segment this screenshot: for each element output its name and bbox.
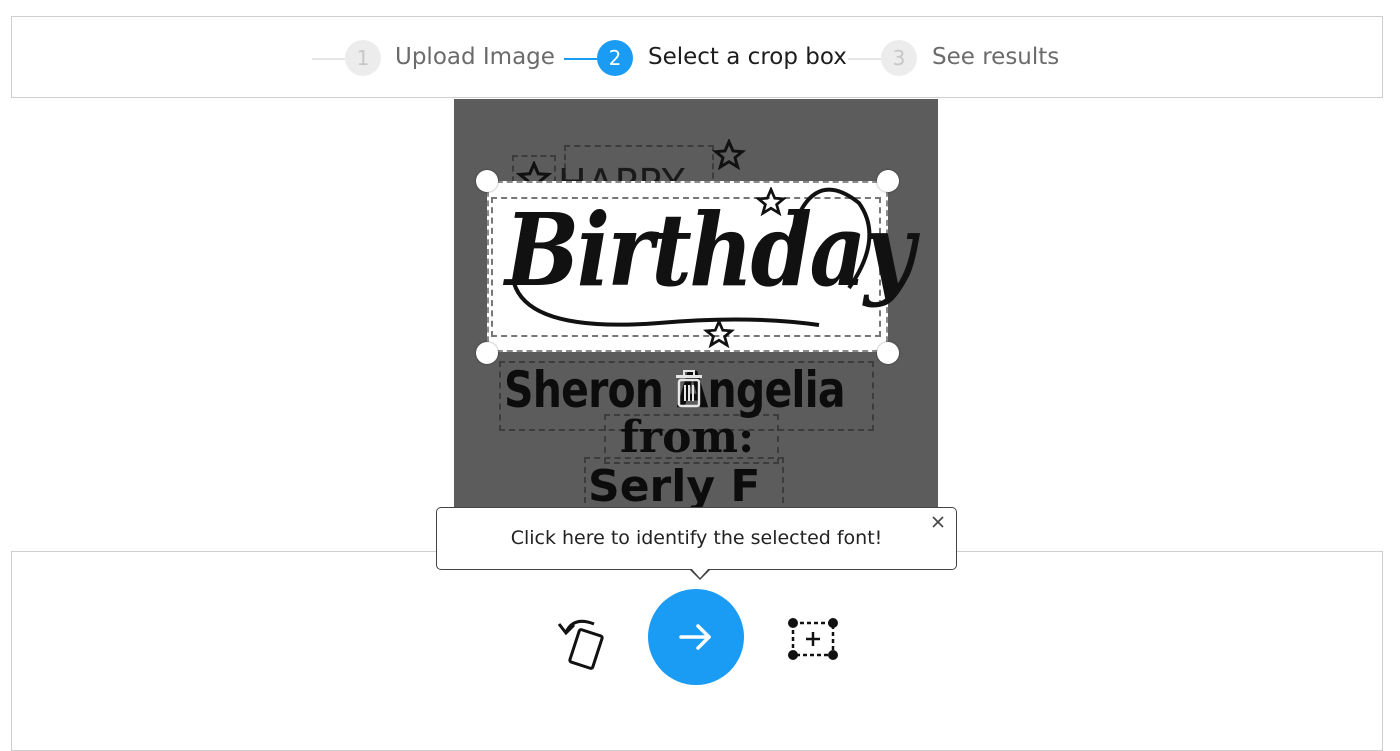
step-1-number[interactable]: 1 bbox=[345, 40, 381, 76]
image-canvas[interactable]: HAPPY Sheron Angelia from: Serly F Birth… bbox=[454, 99, 938, 551]
star-icon bbox=[755, 187, 787, 217]
step-2-label[interactable]: Select a crop box bbox=[648, 42, 847, 72]
crop-handle-top-left[interactable] bbox=[476, 170, 498, 192]
crop-box[interactable]: Birthday bbox=[487, 181, 915, 352]
step-3-label[interactable]: See results bbox=[932, 42, 1059, 72]
progress-stepper: 1 Upload Image 2 Select a crop box 3 See… bbox=[11, 16, 1383, 98]
close-icon[interactable] bbox=[930, 514, 946, 530]
tooltip-pointer-fill bbox=[691, 568, 709, 578]
add-crop-box-icon[interactable] bbox=[786, 617, 840, 661]
tooltip-text: Click here to identify the selected font… bbox=[510, 527, 883, 549]
rotate-icon[interactable] bbox=[554, 612, 610, 672]
arrow-right-icon bbox=[679, 624, 711, 650]
star-icon bbox=[712, 139, 746, 171]
sender-text: Serly F bbox=[588, 461, 761, 512]
swash-decoration bbox=[512, 187, 872, 327]
crop-handle-bottom-left[interactable] bbox=[476, 342, 498, 364]
step-1-label[interactable]: Upload Image bbox=[395, 42, 555, 72]
identify-tooltip: Click here to identify the selected font… bbox=[436, 507, 957, 580]
star-icon bbox=[703, 319, 735, 349]
from-text: from: bbox=[620, 412, 755, 463]
crop-handle-bottom-right[interactable] bbox=[877, 342, 899, 364]
crop-handle-top-right[interactable] bbox=[877, 170, 899, 192]
step-3-number[interactable]: 3 bbox=[881, 40, 917, 76]
identify-font-button[interactable] bbox=[648, 589, 744, 685]
step-2-number[interactable]: 2 bbox=[597, 40, 633, 76]
trash-icon[interactable] bbox=[672, 369, 706, 409]
